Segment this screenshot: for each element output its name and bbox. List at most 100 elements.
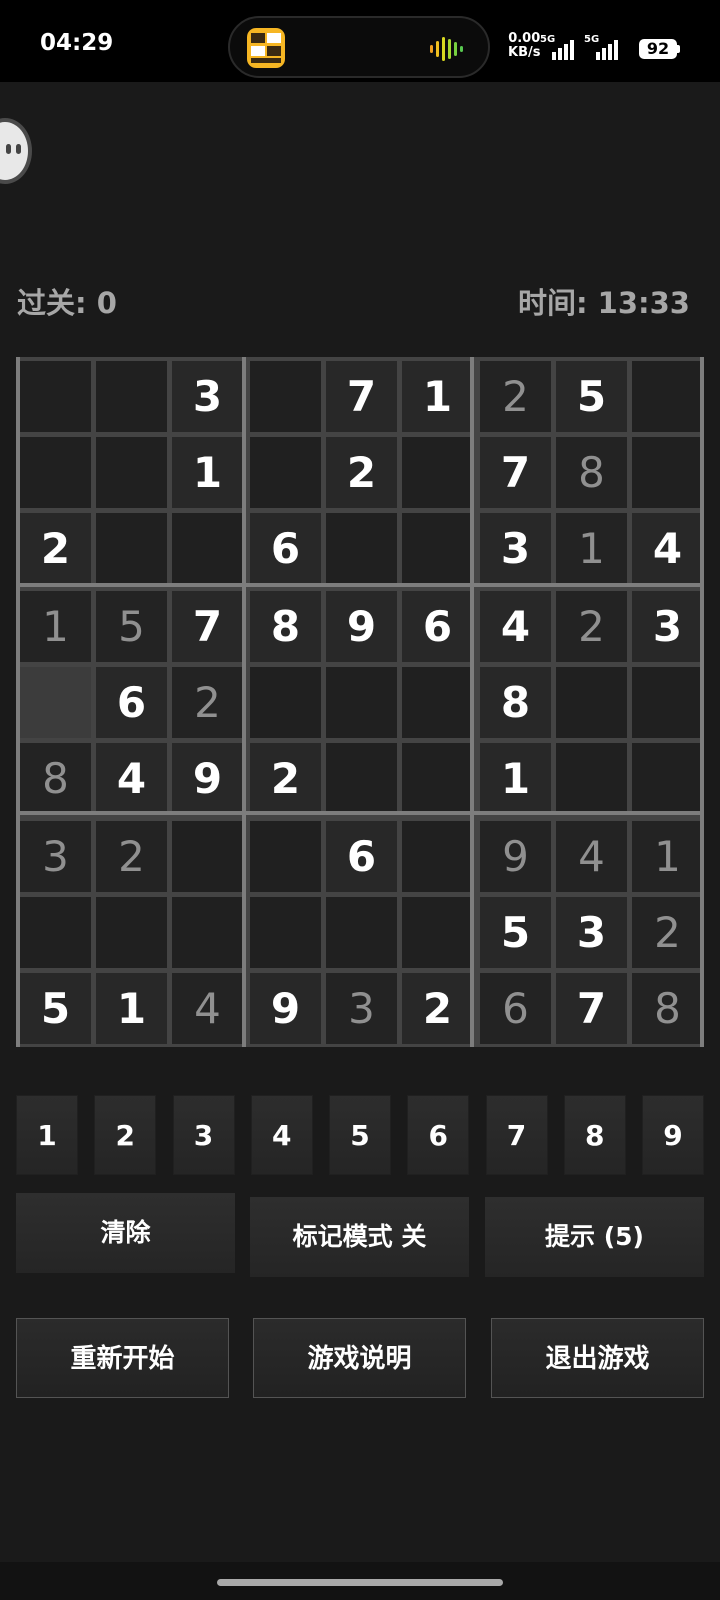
sudoku-cell-r8-c3[interactable] [172, 897, 243, 968]
sudoku-cell-r1-c9[interactable] [632, 361, 703, 432]
assistant-bubble-icon[interactable] [0, 118, 32, 184]
exit-button[interactable]: 退出游戏 [491, 1318, 704, 1398]
sudoku-cell-r9-c4[interactable]: 9 [250, 973, 321, 1044]
sudoku-cell-r2-c8[interactable]: 8 [556, 437, 627, 508]
sudoku-cell-r4-c1[interactable]: 1 [20, 591, 91, 662]
sudoku-cell-r9-c7[interactable]: 6 [480, 973, 551, 1044]
sudoku-cell-r7-c6[interactable] [402, 821, 473, 892]
number-button-9[interactable]: 9 [642, 1095, 704, 1175]
number-button-6[interactable]: 6 [407, 1095, 470, 1175]
sudoku-cell-r3-c4[interactable]: 6 [250, 513, 321, 584]
sudoku-cell-r2-c5[interactable]: 2 [326, 437, 397, 508]
sudoku-cell-r8-c7[interactable]: 5 [480, 897, 551, 968]
number-button-1[interactable]: 1 [16, 1095, 78, 1175]
sudoku-cell-r8-c9[interactable]: 2 [632, 897, 703, 968]
sudoku-cell-r2-c6[interactable] [402, 437, 473, 508]
sudoku-cell-r1-c6[interactable]: 1 [402, 361, 473, 432]
sudoku-cell-r3-c3[interactable] [172, 513, 243, 584]
sudoku-cell-r5-c3[interactable]: 2 [172, 667, 243, 738]
sudoku-cell-r6-c1[interactable]: 8 [20, 743, 91, 814]
sudoku-cell-r4-c2[interactable]: 5 [96, 591, 167, 662]
puzzle-app-icon[interactable] [247, 28, 285, 68]
sudoku-cell-r5-c4[interactable] [250, 667, 321, 738]
sudoku-cell-r4-c5[interactable]: 9 [326, 591, 397, 662]
sudoku-cell-r7-c7[interactable]: 9 [480, 821, 551, 892]
sudoku-cell-r2-c7[interactable]: 7 [480, 437, 551, 508]
sudoku-cell-r1-c8[interactable]: 5 [556, 361, 627, 432]
mark-mode-toggle[interactable]: 标记模式 关 [250, 1197, 469, 1277]
sudoku-cell-r3-c5[interactable] [326, 513, 397, 584]
sudoku-cell-r6-c5[interactable] [326, 743, 397, 814]
sudoku-cell-r7-c4[interactable] [250, 821, 321, 892]
number-button-5[interactable]: 5 [329, 1095, 391, 1175]
sudoku-cell-r6-c8[interactable] [556, 743, 627, 814]
number-button-3[interactable]: 3 [172, 1095, 235, 1175]
sudoku-cell-r6-c3[interactable]: 9 [172, 743, 243, 814]
sudoku-cell-r1-c4[interactable] [250, 361, 321, 432]
restart-button[interactable]: 重新开始 [16, 1318, 229, 1398]
sudoku-cell-r1-c3[interactable]: 3 [172, 361, 243, 432]
sudoku-cell-r5-c9[interactable] [632, 667, 703, 738]
sudoku-cell-r5-c7[interactable]: 8 [480, 667, 551, 738]
sudoku-cell-r5-c2[interactable]: 6 [96, 667, 167, 738]
sudoku-cell-r7-c9[interactable]: 1 [632, 821, 703, 892]
number-button-4[interactable]: 4 [250, 1095, 313, 1175]
sudoku-cell-r3-c1[interactable]: 2 [20, 513, 91, 584]
sudoku-cell-r6-c9[interactable] [632, 743, 703, 814]
sudoku-cell-r3-c6[interactable] [402, 513, 473, 584]
sudoku-cell-r7-c8[interactable]: 4 [556, 821, 627, 892]
sudoku-cell-r8-c6[interactable] [402, 897, 473, 968]
number-button-2[interactable]: 2 [94, 1095, 157, 1175]
sudoku-cell-r9-c1[interactable]: 5 [20, 973, 91, 1044]
sudoku-cell-r7-c5[interactable]: 6 [326, 821, 397, 892]
sudoku-cell-r5-c1[interactable] [20, 667, 91, 738]
sudoku-cell-r8-c4[interactable] [250, 897, 321, 968]
sudoku-cell-r2-c1[interactable] [20, 437, 91, 508]
sudoku-cell-r9-c9[interactable]: 8 [632, 973, 703, 1044]
sudoku-cell-r7-c1[interactable]: 3 [20, 821, 91, 892]
help-button[interactable]: 游戏说明 [253, 1318, 466, 1398]
sudoku-cell-r3-c7[interactable]: 3 [480, 513, 551, 584]
sudoku-cell-r8-c2[interactable] [96, 897, 167, 968]
sudoku-cell-r2-c3[interactable]: 1 [172, 437, 243, 508]
number-button-7[interactable]: 7 [485, 1095, 548, 1175]
sudoku-cell-r1-c5[interactable]: 7 [326, 361, 397, 432]
sudoku-cell-r4-c8[interactable]: 2 [556, 591, 627, 662]
sudoku-cell-r1-c2[interactable] [96, 361, 167, 432]
home-indicator[interactable] [217, 1579, 503, 1586]
sudoku-cell-r5-c8[interactable] [556, 667, 627, 738]
sudoku-cell-r6-c7[interactable]: 1 [480, 743, 551, 814]
hint-button[interactable]: 提示 (5) [485, 1197, 704, 1277]
sudoku-cell-r8-c5[interactable] [326, 897, 397, 968]
number-button-8[interactable]: 8 [563, 1095, 626, 1175]
sudoku-cell-r6-c6[interactable] [402, 743, 473, 814]
sudoku-cell-r7-c2[interactable]: 2 [96, 821, 167, 892]
sudoku-cell-r4-c9[interactable]: 3 [632, 591, 703, 662]
sudoku-cell-r2-c4[interactable] [250, 437, 321, 508]
sudoku-cell-r9-c6[interactable]: 2 [402, 973, 473, 1044]
sudoku-cell-r5-c5[interactable] [326, 667, 397, 738]
sudoku-cell-r1-c1[interactable] [20, 361, 91, 432]
sudoku-cell-r9-c8[interactable]: 7 [556, 973, 627, 1044]
clear-button[interactable]: 清除 [16, 1193, 235, 1273]
sudoku-cell-r2-c9[interactable] [632, 437, 703, 508]
sudoku-cell-r3-c8[interactable]: 1 [556, 513, 627, 584]
sudoku-cell-r8-c8[interactable]: 3 [556, 897, 627, 968]
sudoku-cell-r5-c6[interactable] [402, 667, 473, 738]
sudoku-cell-r6-c4[interactable]: 2 [250, 743, 321, 814]
sudoku-cell-r9-c3[interactable]: 4 [172, 973, 243, 1044]
sudoku-cell-r4-c4[interactable]: 8 [250, 591, 321, 662]
sudoku-cell-r4-c7[interactable]: 4 [480, 591, 551, 662]
sudoku-cell-r6-c2[interactable]: 4 [96, 743, 167, 814]
sudoku-cell-r7-c3[interactable] [172, 821, 243, 892]
sudoku-cell-r3-c9[interactable]: 4 [632, 513, 703, 584]
sudoku-cell-r1-c7[interactable]: 2 [480, 361, 551, 432]
sudoku-cell-r3-c2[interactable] [96, 513, 167, 584]
sudoku-cell-r9-c2[interactable]: 1 [96, 973, 167, 1044]
sudoku-cell-r4-c6[interactable]: 6 [402, 591, 473, 662]
sudoku-cell-r8-c1[interactable] [20, 897, 91, 968]
sudoku-cell-r4-c3[interactable]: 7 [172, 591, 243, 662]
sudoku-cell-r2-c2[interactable] [96, 437, 167, 508]
sudoku-cell-r9-c5[interactable]: 3 [326, 973, 397, 1044]
dynamic-island[interactable] [228, 16, 490, 78]
